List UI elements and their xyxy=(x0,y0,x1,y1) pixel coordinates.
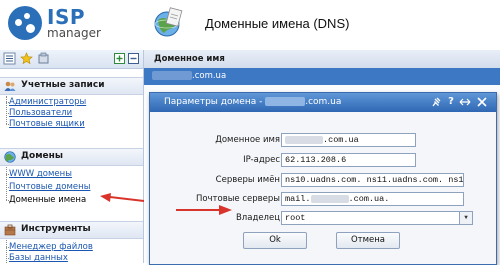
row-domain-value: .com.ua xyxy=(152,71,226,81)
dialog-title-prefix: Параметры домена - xyxy=(164,97,263,107)
redacted-text xyxy=(285,135,323,144)
sidebar-item-domain-names[interactable]: Доменные имена xyxy=(9,195,86,205)
annotation-arrow-icon xyxy=(176,205,232,215)
owner-selected-value: root xyxy=(285,213,306,223)
chevron-down-icon[interactable]: ▼ xyxy=(459,212,472,224)
sidebar-item-administrators[interactable]: Администраторы xyxy=(9,97,86,107)
dns-globe-icon xyxy=(154,7,183,37)
sidebar-section-tools[interactable]: Инструменты xyxy=(0,221,143,239)
favorites-star-icon[interactable] xyxy=(20,52,33,65)
maximize-icon[interactable] xyxy=(459,96,471,108)
ok-button[interactable]: Ok xyxy=(243,232,307,249)
name-servers-label: Серверы имён xyxy=(215,175,280,185)
app-header: ISP manager Доменные имена (DNS) xyxy=(0,0,500,46)
list-view-icon[interactable] xyxy=(3,52,16,65)
sidebar-item-file-manager[interactable]: Менеджер файлов xyxy=(9,242,93,252)
help-icon[interactable]: ? xyxy=(445,96,457,108)
cancel-button[interactable]: Отмена xyxy=(336,232,400,249)
column-header-domain[interactable]: Доменное имя xyxy=(154,54,225,64)
redacted-text xyxy=(265,97,306,106)
dialog-title: Параметры домена - .com.ua xyxy=(164,97,341,107)
bookmark-icon[interactable] xyxy=(37,52,50,65)
tree-line xyxy=(6,240,7,263)
sidebar-section-label: Домены xyxy=(21,151,64,161)
table-header: Доменное имя xyxy=(144,50,500,69)
table-row[interactable]: .com.ua xyxy=(144,68,500,85)
sidebar-section-label: Инструменты xyxy=(21,224,91,234)
domain-name-suffix: .com.ua xyxy=(323,135,359,145)
sidebar-toolbar xyxy=(0,50,143,69)
domain-name-field[interactable]: .com.ua xyxy=(281,133,416,147)
mail-server-suffix: .com.ua. xyxy=(348,194,390,204)
isp-logo-icon xyxy=(8,6,42,40)
tree-line xyxy=(6,167,7,200)
logo-subtitle: manager xyxy=(47,26,101,40)
mail-server-prefix: mail. xyxy=(285,194,311,204)
pin-icon[interactable] xyxy=(430,96,442,108)
sidebar-section-accounts[interactable]: Учетные записи xyxy=(0,77,143,95)
redacted-text xyxy=(152,71,192,80)
row-domain-suffix: .com.ua xyxy=(192,71,227,81)
mail-servers-field[interactable]: mail. .com.ua. xyxy=(281,192,464,206)
sidebar-item-mail-domains[interactable]: Почтовые домены xyxy=(9,182,90,192)
name-servers-field[interactable]: ns10.uadns.com. ns11.uadns.com. ns12 xyxy=(281,173,464,187)
globe-icon xyxy=(4,151,16,163)
owner-select[interactable]: root ▼ xyxy=(281,211,473,225)
dialog-titlebar[interactable]: Параметры домена - .com.ua ? xyxy=(150,93,496,112)
close-icon[interactable] xyxy=(476,96,488,108)
sidebar-item-databases[interactable]: Базы данных xyxy=(9,253,68,263)
sidebar: Учетные записи Администраторы Пользовате… xyxy=(0,50,144,263)
ip-address-label: IP-адрес xyxy=(243,155,280,165)
sidebar-section-label: Учетные записи xyxy=(21,80,105,90)
page-title: Доменные имена (DNS) xyxy=(205,16,350,31)
sidebar-item-users[interactable]: Пользователи xyxy=(9,108,72,118)
sidebar-section-domains[interactable]: Домены xyxy=(0,148,143,166)
collapse-all-icon[interactable] xyxy=(128,53,139,64)
annotation-arrow-icon xyxy=(100,193,145,202)
ip-address-field[interactable]: 62.113.208.6 xyxy=(281,153,416,167)
tree-line xyxy=(6,96,7,124)
domain-name-label: Доменное имя xyxy=(215,135,280,145)
sidebar-item-www-domains[interactable]: WWW домены xyxy=(9,169,72,179)
tools-icon xyxy=(4,224,16,236)
domain-settings-dialog: Параметры домена - .com.ua ? Доменное им… xyxy=(149,92,497,265)
redacted-text xyxy=(310,194,349,203)
sidebar-item-mailboxes[interactable]: Почтовые ящики xyxy=(9,119,85,129)
expand-all-icon[interactable] xyxy=(114,53,125,64)
users-icon xyxy=(4,81,16,91)
dialog-title-suffix: .com.ua xyxy=(305,97,342,107)
